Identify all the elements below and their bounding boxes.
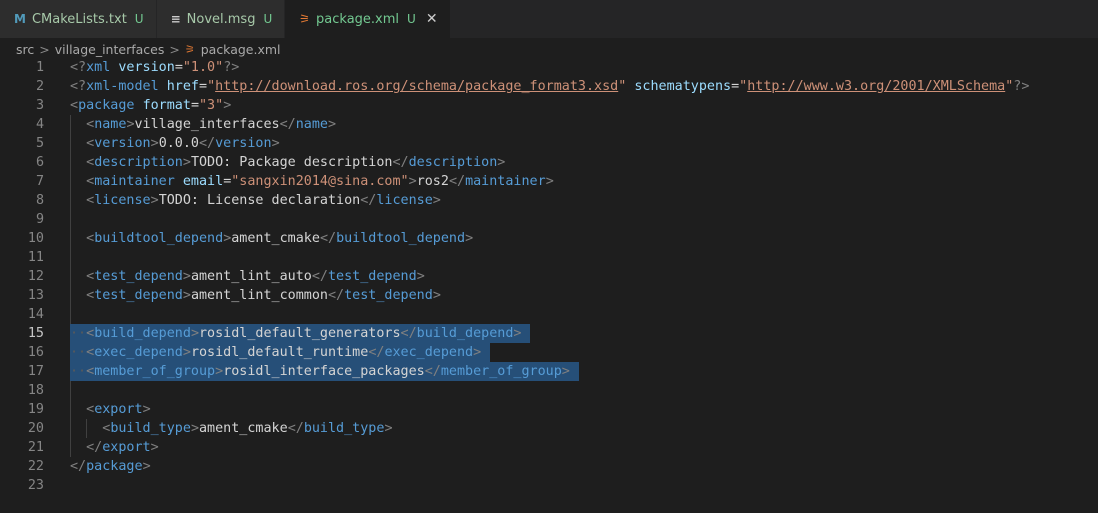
code-text: ··<build_depend>rosidl_default_generator… bbox=[70, 326, 522, 341]
indent-guide bbox=[70, 305, 71, 324]
code-line[interactable]: 9 bbox=[0, 210, 1098, 229]
code-text: <?xml-model href="http://download.ros.or… bbox=[70, 79, 1030, 94]
code-line[interactable]: 14 bbox=[0, 305, 1098, 324]
breadcrumb-item[interactable]: village_interfaces bbox=[55, 42, 165, 57]
tab-label: package.xml bbox=[316, 11, 400, 27]
git-status-badge: U bbox=[263, 12, 273, 26]
code-text: <export> bbox=[86, 402, 151, 417]
code-line[interactable]: 8 <license>TODO: License declaration</li… bbox=[0, 191, 1098, 210]
line-number: 4 bbox=[35, 117, 44, 132]
code-text: <test_depend>ament_lint_common</test_dep… bbox=[86, 288, 441, 303]
code-line[interactable]: 15 ··<build_depend>rosidl_default_generat… bbox=[0, 324, 1098, 343]
line-number: 20 bbox=[27, 421, 44, 436]
line-number: 10 bbox=[27, 231, 44, 246]
code-text: ··<exec_depend>rosidl_default_runtime</e… bbox=[70, 345, 482, 360]
line-number: 6 bbox=[35, 155, 44, 170]
code-line[interactable]: 13 <test_depend>ament_lint_common</test_… bbox=[0, 286, 1098, 305]
line-number: 14 bbox=[27, 307, 44, 322]
tab-package-xml[interactable]: ⚞ package.xml U ✕ bbox=[285, 0, 451, 38]
close-icon[interactable]: ✕ bbox=[426, 11, 438, 27]
tab-cmakelists[interactable]: M CMakeLists.txt U bbox=[0, 0, 157, 38]
code-line[interactable]: 17 ··<member_of_group>rosidl_interface_pa… bbox=[0, 362, 1098, 381]
line-number: 1 bbox=[35, 60, 44, 75]
chevron-right-icon: > bbox=[39, 41, 50, 57]
indent-guide bbox=[70, 248, 71, 267]
rss-icon: ⚞ bbox=[184, 42, 195, 56]
chevron-right-icon: > bbox=[169, 41, 180, 57]
indent-guide bbox=[70, 381, 71, 400]
code-text: <description>TODO: Package description</… bbox=[86, 155, 506, 170]
line-number: 2 bbox=[35, 79, 44, 94]
tab-novel-msg[interactable]: ≡ Novel.msg U bbox=[156, 0, 286, 38]
code-line[interactable]: 1 <?xml version="1.0"?> bbox=[0, 58, 1098, 77]
code-text: <name>village_interfaces</name> bbox=[86, 117, 337, 132]
code-line[interactable]: 19 <export> bbox=[0, 400, 1098, 419]
tab-label: Novel.msg bbox=[186, 11, 256, 27]
code-line[interactable]: 23 bbox=[0, 476, 1098, 495]
rss-icon: ⚞ bbox=[299, 12, 311, 26]
code-line[interactable]: 22 </package> bbox=[0, 457, 1098, 476]
git-status-badge: U bbox=[134, 12, 144, 26]
line-number: 16 bbox=[27, 345, 44, 360]
line-number: 19 bbox=[27, 402, 44, 417]
line-number: 7 bbox=[35, 174, 44, 189]
breadcrumb-item[interactable]: src bbox=[16, 42, 34, 57]
line-number: 13 bbox=[27, 288, 44, 303]
code-line[interactable]: 10 <buildtool_depend>ament_cmake</buildt… bbox=[0, 229, 1098, 248]
code-text: <test_depend>ament_lint_auto</test_depen… bbox=[86, 269, 425, 284]
code-text: ··<member_of_group>rosidl_interface_pack… bbox=[70, 364, 570, 379]
code-text: <version>0.0.0</version> bbox=[86, 136, 280, 151]
code-line[interactable]: 3 <package format="3"> bbox=[0, 96, 1098, 115]
line-number: 15 bbox=[27, 326, 44, 341]
line-number: 22 bbox=[27, 459, 44, 474]
code-line[interactable]: 16 ··<exec_depend>rosidl_default_runtime<… bbox=[0, 343, 1098, 362]
breadcrumb: src > village_interfaces > ⚞ package.xml bbox=[0, 38, 1098, 60]
code-text: <buildtool_depend>ament_cmake</buildtool… bbox=[86, 231, 474, 246]
code-editor[interactable]: 1 <?xml version="1.0"?> 2 <?xml-model href=… bbox=[0, 58, 1098, 513]
cmake-icon: M bbox=[14, 12, 26, 26]
code-line[interactable]: 21 </export> bbox=[0, 438, 1098, 457]
code-line[interactable]: 12 <test_depend>ament_lint_auto</test_de… bbox=[0, 267, 1098, 286]
code-line[interactable]: 4 <name>village_interfaces</name> bbox=[0, 115, 1098, 134]
code-line[interactable]: 18 bbox=[0, 381, 1098, 400]
code-line[interactable]: 5 <version>0.0.0</version> bbox=[0, 134, 1098, 153]
breadcrumb-item[interactable]: package.xml bbox=[201, 42, 281, 57]
tab-label: CMakeLists.txt bbox=[31, 11, 127, 27]
line-number: 21 bbox=[27, 440, 44, 455]
git-status-badge: U bbox=[407, 12, 416, 26]
code-text: <maintainer email="sangxin2014@sina.com"… bbox=[86, 174, 554, 189]
code-text: <license>TODO: License declaration</lice… bbox=[86, 193, 441, 208]
line-number: 3 bbox=[35, 98, 44, 113]
line-number: 5 bbox=[35, 136, 44, 151]
indent-guide bbox=[70, 210, 71, 229]
line-number: 11 bbox=[27, 250, 44, 265]
line-number: 18 bbox=[27, 383, 44, 398]
line-number: 17 bbox=[27, 364, 44, 379]
code-line[interactable]: 2 <?xml-model href="http://download.ros.o… bbox=[0, 77, 1098, 96]
code-line[interactable]: 7 <maintainer email="sangxin2014@sina.co… bbox=[0, 172, 1098, 191]
code-text: </export> bbox=[86, 440, 159, 455]
line-number: 8 bbox=[35, 193, 44, 208]
code-text: <?xml version="1.0"?> bbox=[70, 60, 240, 75]
code-text: </package> bbox=[70, 459, 151, 474]
code-line[interactable]: 20 <build_type>ament_cmake</build_type> bbox=[0, 419, 1098, 438]
code-line[interactable]: 6 <description>TODO: Package description… bbox=[0, 153, 1098, 172]
code-text: <build_type>ament_cmake</build_type> bbox=[102, 421, 393, 436]
tab-bar: M CMakeLists.txt U ≡ Novel.msg U ⚞ package.xml U… bbox=[0, 0, 1098, 38]
code-line[interactable]: 11 bbox=[0, 248, 1098, 267]
line-number: 9 bbox=[35, 212, 44, 227]
line-number: 12 bbox=[27, 269, 44, 284]
text-file-icon: ≡ bbox=[170, 12, 181, 26]
line-number: 23 bbox=[27, 478, 44, 493]
code-text: <package format="3"> bbox=[70, 98, 232, 113]
